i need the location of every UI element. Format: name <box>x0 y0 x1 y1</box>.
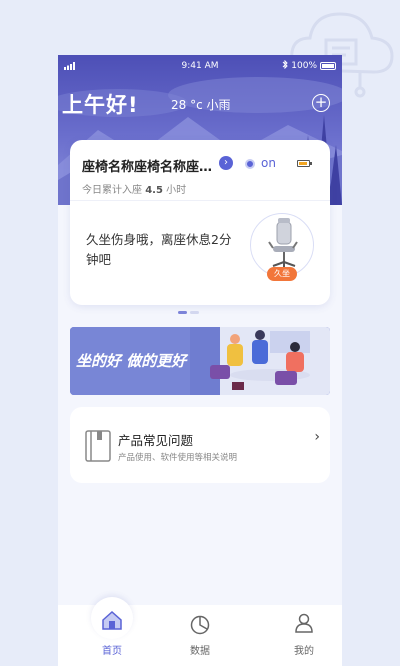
chevron-right-icon: › <box>314 429 320 445</box>
chevron-right-icon[interactable]: › <box>219 156 233 170</box>
carousel-dot <box>178 311 187 314</box>
faq-title: 产品常见问题 <box>118 433 194 448</box>
battery-percent: 100% <box>291 61 317 71</box>
power-toggle[interactable] <box>245 159 255 169</box>
tab-home[interactable]: 首页 <box>82 597 142 666</box>
book-icon <box>85 430 111 462</box>
weather-info: 28 °c 小雨 <box>171 96 231 113</box>
greeting-title: 上午好! <box>62 93 139 117</box>
home-icon <box>102 610 122 630</box>
carousel-dot <box>190 311 199 314</box>
user-icon <box>295 613 313 633</box>
faq-card[interactable]: 产品常见问题 产品使用、软件使用等相关说明 › <box>70 407 330 483</box>
phone-screen: 9:41 AM 100% 上午好! 28 °c 小雨 + 座椅名称座椅名称座椅名… <box>58 55 342 666</box>
promo-banner[interactable]: 坐的好 做的更好 <box>70 327 330 395</box>
bluetooth-icon <box>282 59 288 72</box>
weather-condition: 小雨 <box>206 98 231 112</box>
tab-home-label: 首页 <box>102 646 122 657</box>
battery-icon <box>320 62 336 70</box>
chair-battery-icon <box>297 160 312 167</box>
sitting-badge: 久坐 <box>267 267 297 281</box>
tab-data-label: 数据 <box>190 646 210 657</box>
status-bar: 9:41 AM 100% <box>58 55 342 77</box>
chair-card[interactable]: 座椅名称座椅名称座椅名称 › on 今日累计入座 4.5 小时 久坐伤身哦，离座… <box>70 140 330 305</box>
sitting-warning: 久坐伤身哦，离座休息2分钟吧 <box>86 232 232 267</box>
tab-data[interactable]: 数据 <box>170 605 230 666</box>
add-device-button[interactable]: + <box>312 94 330 112</box>
chart-pie-icon <box>190 615 210 635</box>
card-divider <box>70 200 330 201</box>
faq-subtitle: 产品使用、软件使用等相关说明 <box>118 453 238 463</box>
temperature: 28 °c <box>171 98 203 112</box>
chair-name: 座椅名称座椅名称座椅名称 <box>82 160 217 175</box>
carousel-indicator <box>178 311 199 314</box>
bottom-tab-bar: 首页 数据 我的 <box>58 597 342 666</box>
banner-slogan: 坐的好 做的更好 <box>76 352 187 370</box>
today-sitting-time: 今日累计入座 4.5 小时 <box>82 185 187 196</box>
power-status: on <box>261 156 276 170</box>
tab-mine[interactable]: 我的 <box>274 605 334 666</box>
tab-mine-label: 我的 <box>294 646 314 657</box>
